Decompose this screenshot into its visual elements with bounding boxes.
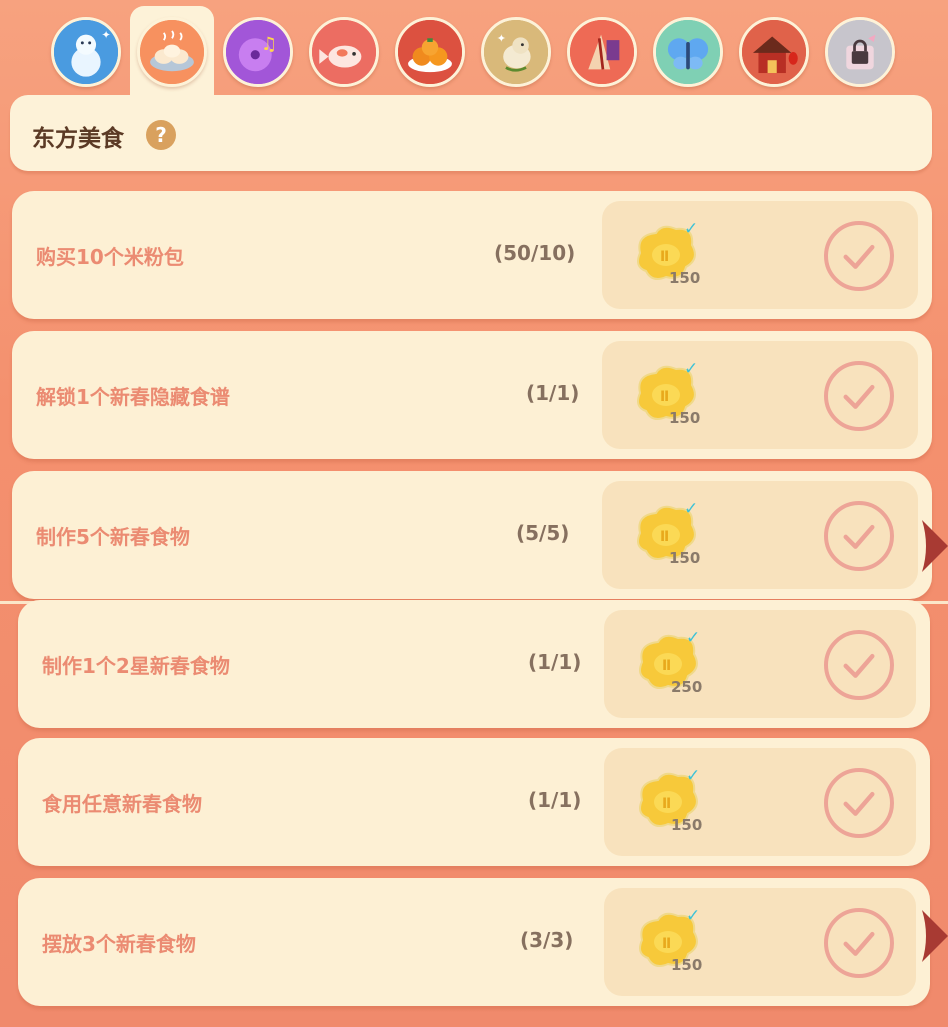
checkmark-icon — [843, 931, 875, 956]
tab-locked[interactable] — [825, 17, 895, 87]
completed-button[interactable] — [824, 630, 894, 700]
task-card: 解锁1个新春隐藏食谱 (1/1) Ⅱ ✓ 150 — [12, 331, 932, 459]
lantern-house-icon — [742, 20, 806, 84]
tab-kite[interactable] — [567, 17, 637, 87]
task-progress: (50/10) — [494, 241, 576, 265]
snowman-icon: ✦ — [54, 20, 118, 84]
reward-amount: 150 — [669, 409, 701, 427]
tab-bird[interactable]: ✦ — [481, 17, 551, 87]
claimed-check-icon: ✓ — [684, 359, 699, 379]
category-tab-bar: ✦ ♫ ✦ — [0, 0, 948, 106]
svg-text:Ⅱ: Ⅱ — [662, 658, 671, 674]
dumplings-icon — [140, 20, 204, 84]
reward-amount: 250 — [671, 678, 703, 696]
task-progress: (1/1) — [526, 381, 580, 405]
reward-panel: Ⅱ ✓ 250 — [604, 610, 916, 718]
claimed-check-icon: ✓ — [686, 906, 701, 926]
task-label: 食用任意新春食物 — [42, 792, 202, 816]
task-label: 制作1个2星新春食物 — [42, 654, 230, 678]
coin-reward: Ⅱ ✓ 250 — [634, 628, 704, 700]
reward-panel: Ⅱ ✓ 150 — [602, 341, 918, 449]
koi-fish-icon — [312, 20, 376, 84]
task-progress: (1/1) — [528, 650, 582, 674]
tab-fruit[interactable] — [395, 17, 465, 87]
butterfly-icon — [656, 20, 720, 84]
reward-panel: Ⅱ ✓ 150 — [604, 888, 916, 996]
checkmark-icon — [843, 653, 875, 678]
completed-button[interactable] — [824, 361, 894, 431]
checkmark-icon — [843, 524, 875, 549]
reward-panel: Ⅱ ✓ 150 — [604, 748, 916, 856]
scroll-arrow-icon[interactable] — [922, 520, 948, 572]
task-card: 制作5个新春食物 (5/5) Ⅱ ✓ 150 — [12, 471, 932, 599]
reward-amount: 150 — [671, 816, 703, 834]
tab-butterfly[interactable] — [653, 17, 723, 87]
coin-reward: Ⅱ ✓ 150 — [634, 906, 704, 978]
checkmark-icon — [843, 244, 875, 269]
tab-house[interactable] — [739, 17, 809, 87]
completed-button[interactable] — [824, 501, 894, 571]
svg-text:♫: ♫ — [261, 34, 277, 55]
tab-snowman[interactable]: ✦ — [51, 17, 121, 87]
svg-text:Ⅱ: Ⅱ — [662, 796, 671, 812]
reward-panel: Ⅱ ✓ 150 — [602, 201, 918, 309]
task-label: 摆放3个新春食物 — [42, 932, 196, 956]
svg-text:Ⅱ: Ⅱ — [660, 529, 669, 545]
coin-reward: Ⅱ ✓ 150 — [632, 359, 702, 431]
task-card: 购买10个米粉包 (50/10) Ⅱ ✓ 150 — [12, 191, 932, 319]
tab-music[interactable]: ♫ — [223, 17, 293, 87]
section-header: 东方美食 ? — [10, 95, 932, 171]
task-label: 购买10个米粉包 — [36, 245, 184, 269]
claimed-check-icon: ✓ — [686, 766, 701, 786]
scroll-arrow-icon[interactable] — [922, 910, 948, 962]
help-icon[interactable]: ? — [146, 120, 176, 150]
completed-button[interactable] — [824, 768, 894, 838]
section-title: 东方美食 — [32, 126, 124, 152]
checkmark-icon — [843, 791, 875, 816]
completed-button[interactable] — [824, 221, 894, 291]
reward-amount: 150 — [671, 956, 703, 974]
tab-koi[interactable] — [309, 17, 379, 87]
svg-text:Ⅱ: Ⅱ — [662, 936, 671, 952]
task-card: 制作1个2星新春食物 (1/1) Ⅱ ✓ 250 — [18, 600, 930, 728]
task-progress: (3/3) — [520, 928, 574, 952]
svg-text:✦: ✦ — [497, 32, 506, 45]
claimed-check-icon: ✓ — [684, 219, 699, 239]
task-label: 解锁1个新春隐藏食谱 — [36, 385, 230, 409]
task-label: 制作5个新春食物 — [36, 525, 190, 549]
reward-amount: 150 — [669, 549, 701, 567]
task-card: 摆放3个新春食物 (3/3) Ⅱ ✓ 150 — [18, 878, 930, 1006]
kite-icon — [570, 20, 634, 84]
reward-amount: 150 — [669, 269, 701, 287]
coin-reward: Ⅱ ✓ 150 — [632, 219, 702, 291]
completed-button[interactable] — [824, 908, 894, 978]
sparrow-icon: ✦ — [484, 20, 548, 84]
persimmon-plate-icon — [398, 20, 462, 84]
tab-food[interactable] — [137, 17, 207, 87]
claimed-check-icon: ✓ — [686, 628, 701, 648]
svg-text:Ⅱ: Ⅱ — [660, 389, 669, 405]
reward-panel: Ⅱ ✓ 150 — [602, 481, 918, 589]
task-progress: (1/1) — [528, 788, 582, 812]
svg-text:Ⅱ: Ⅱ — [660, 249, 669, 265]
music-disc-icon: ♫ — [226, 20, 290, 84]
task-progress: (5/5) — [516, 521, 570, 545]
checkmark-icon — [843, 384, 875, 409]
svg-text:✦: ✦ — [102, 28, 111, 41]
lock-gift-icon — [828, 20, 892, 84]
coin-reward: Ⅱ ✓ 150 — [634, 766, 704, 838]
claimed-check-icon: ✓ — [684, 499, 699, 519]
task-card: 食用任意新春食物 (1/1) Ⅱ ✓ 150 — [18, 738, 930, 866]
coin-reward: Ⅱ ✓ 150 — [632, 499, 702, 571]
